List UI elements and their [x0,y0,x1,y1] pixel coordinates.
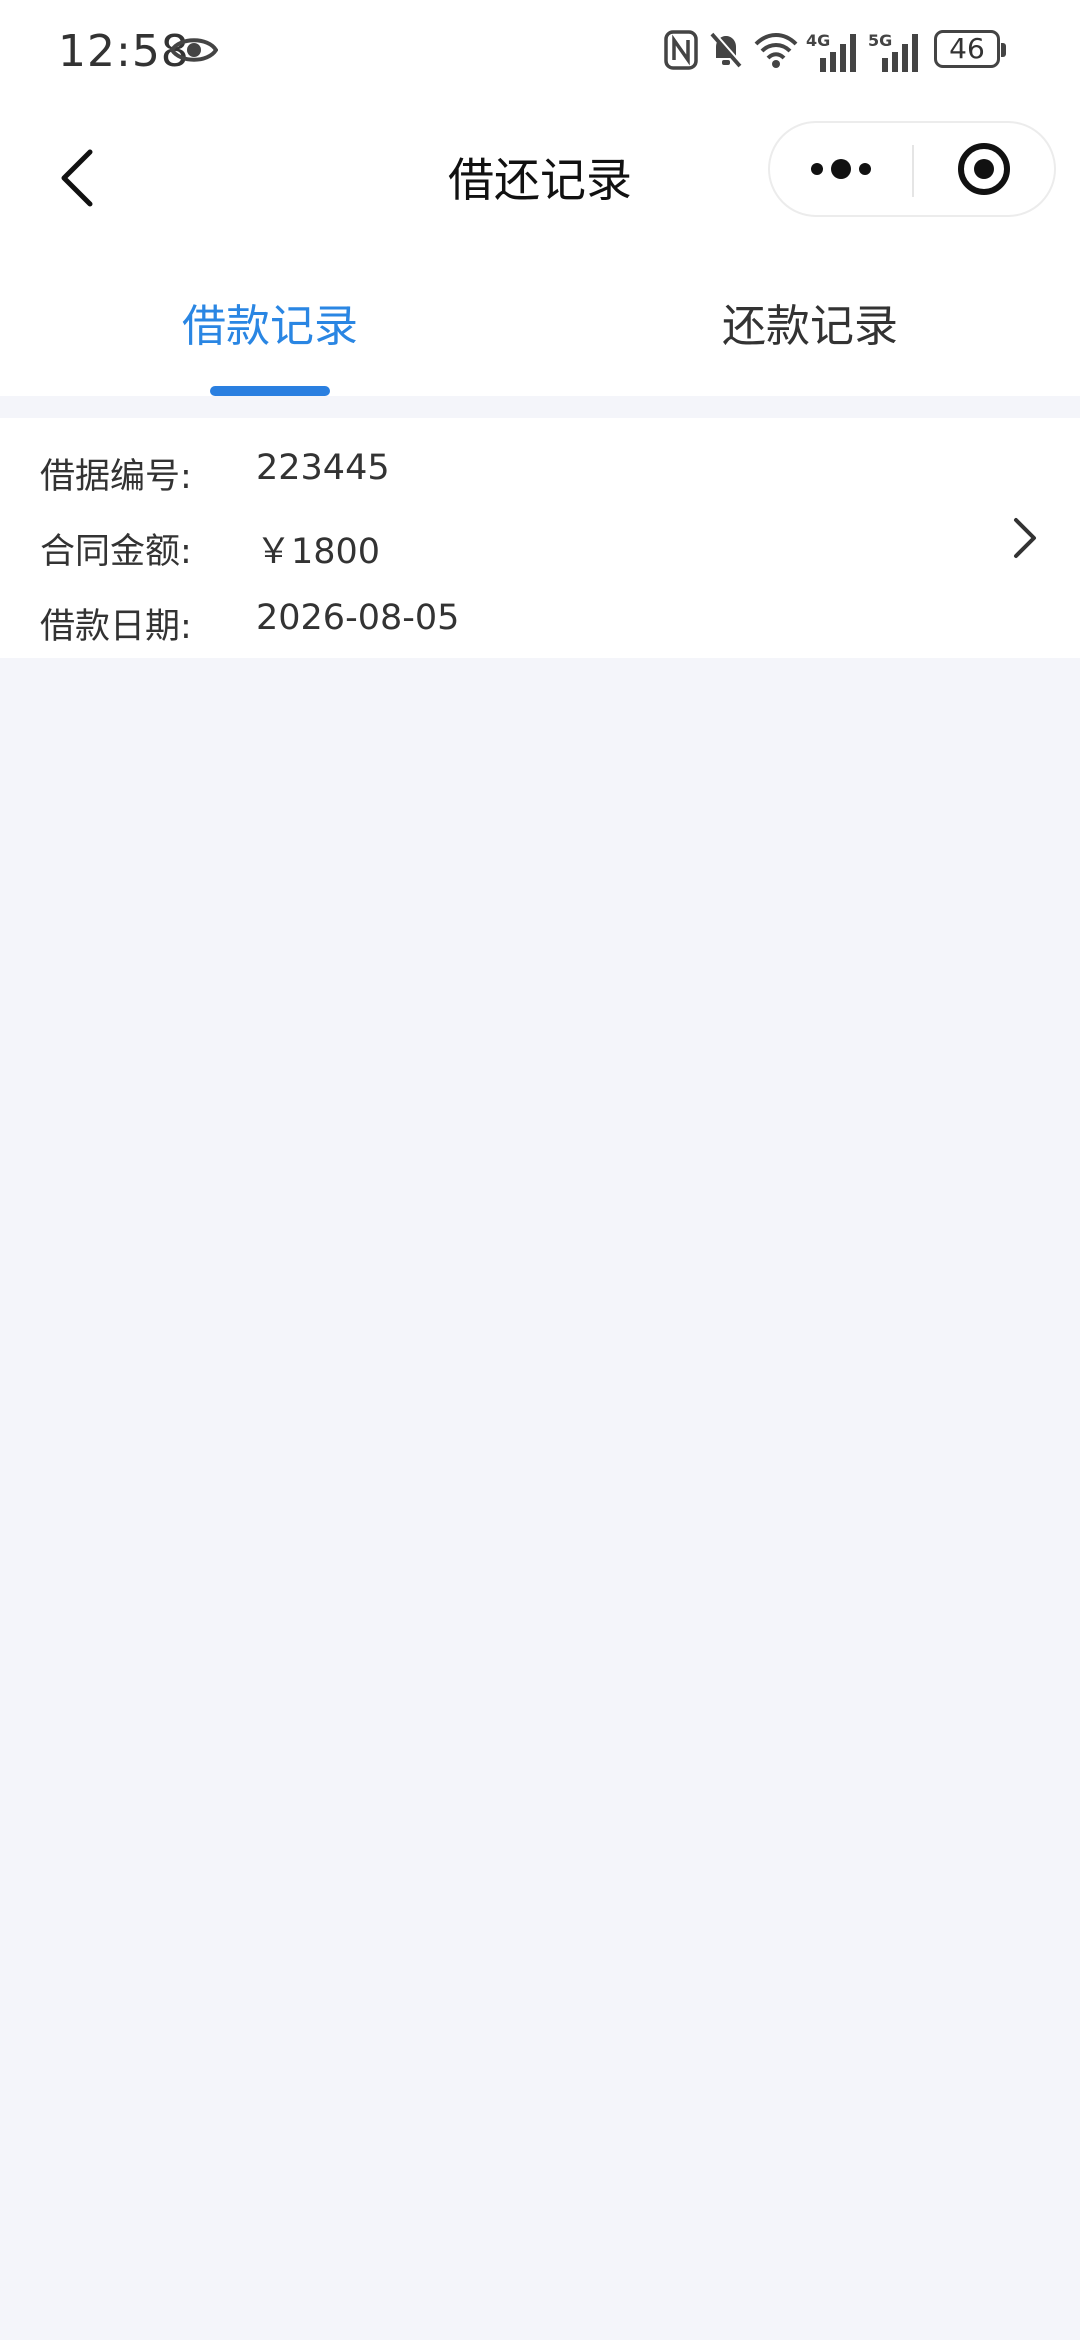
contract-amount-label: 合同金额: [40,532,192,572]
svg-text:5G: 5G [868,31,892,50]
record-row-contract-amount: 合同金额: ￥1800 [0,515,1000,575]
tab-repay-records[interactable]: 还款记录 [540,290,1080,354]
more-button[interactable] [770,123,912,215]
signal-5g-icon: 5G [868,30,924,78]
contract-amount-value: ￥1800 [256,532,381,572]
loan-date-label: 借款日期: [40,607,192,647]
signal-4g-icon: 4G [806,30,862,78]
record-row-loan-date: 借款日期: 2026-08-05 [0,590,1000,650]
svg-text:4G: 4G [806,31,830,50]
receipt-no-label: 借据编号: [40,457,192,497]
loan-date-value: 2026-08-05 [256,598,460,638]
chevron-right-icon[interactable] [1010,516,1040,560]
nfc-icon [664,30,698,74]
battery-icon: 46 [934,30,1006,68]
record-row-receipt-no: 借据编号: 223445 [0,440,1000,500]
target-icon [958,143,1010,195]
miniprogram-capsule [768,121,1056,217]
bell-muted-icon [708,30,744,74]
tab-borrow-records[interactable]: 借款记录 [0,290,540,354]
status-bar: 12:58 4G 5G 46 [0,0,1080,108]
active-tab-indicator [210,386,330,396]
more-dots-icon [811,159,871,179]
close-miniprogram-button[interactable] [914,123,1054,215]
eye-icon [169,34,219,70]
status-icons: 4G 5G 46 [664,30,1044,78]
wifi-icon [752,30,800,74]
loan-record-card[interactable]: 借据编号: 223445 合同金额: ￥1800 借款日期: 2026-08-0… [0,418,1080,658]
header-area: 12:58 4G 5G 46 借还记录 借款记录 还款记录 [0,0,1080,396]
receipt-no-value: 223445 [256,448,390,488]
